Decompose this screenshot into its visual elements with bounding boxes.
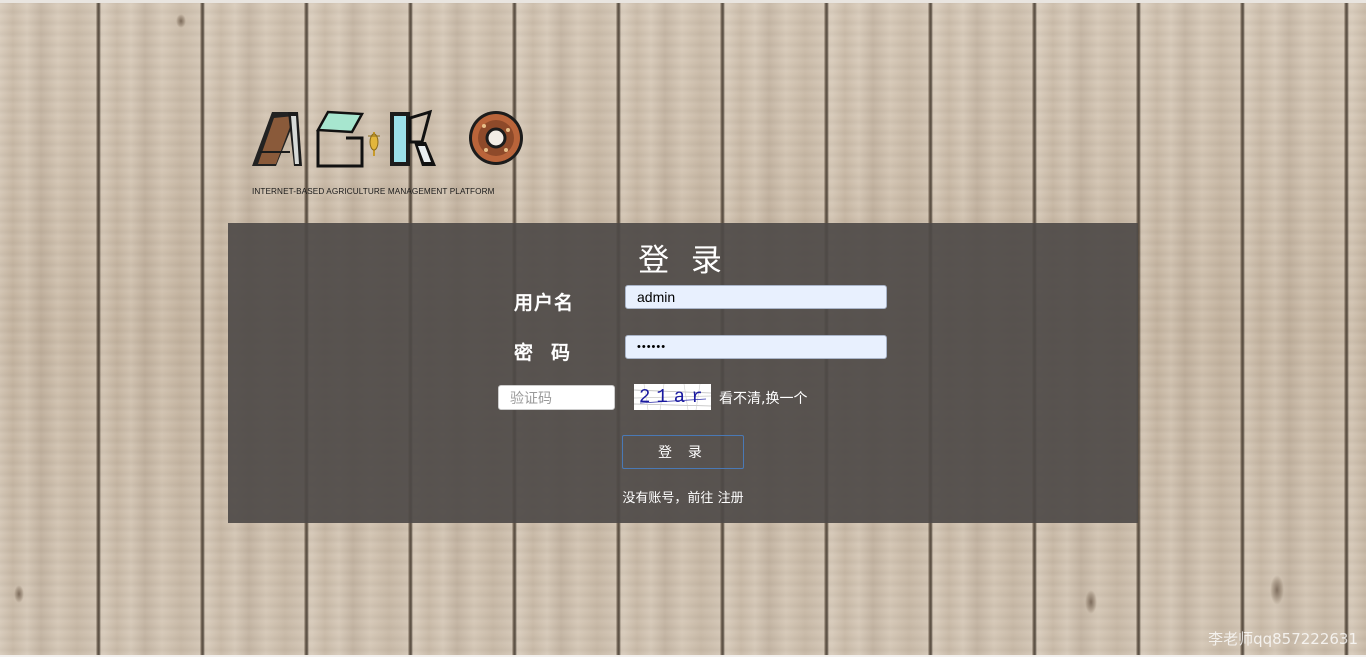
password-label: 密码 bbox=[514, 342, 589, 364]
password-input[interactable] bbox=[625, 335, 887, 359]
wood-knot bbox=[1270, 575, 1284, 605]
username-label: 用户名 bbox=[514, 292, 575, 314]
wood-knot bbox=[14, 585, 24, 603]
login-title: 登 录 bbox=[638, 243, 728, 279]
captcha-image[interactable]: 21ar bbox=[634, 384, 711, 410]
logo-letter-r bbox=[390, 109, 436, 166]
agro-logo: INTERNET-BASED AGRICULTURE MANAGEMENT PL… bbox=[250, 108, 528, 203]
wood-knot bbox=[176, 14, 186, 28]
login-panel: 登 录 用户名 密码 21ar 看不清,换一个 登 录 没有账号，前往 注册 bbox=[228, 223, 1138, 523]
register-link[interactable]: 注册 bbox=[718, 491, 744, 506]
login-page: INTERNET-BASED AGRICULTURE MANAGEMENT PL… bbox=[0, 0, 1366, 657]
top-border bbox=[0, 0, 1366, 3]
register-prompt-text: 没有账号，前往 bbox=[622, 491, 714, 506]
watermark: 李老师qq857222631 bbox=[1208, 630, 1358, 648]
captcha-input[interactable] bbox=[498, 385, 615, 410]
register-prompt: 没有账号，前往 注册 bbox=[228, 487, 1138, 506]
refresh-captcha-link[interactable]: 看不清,换一个 bbox=[719, 388, 807, 408]
logo-letter-g bbox=[315, 110, 380, 168]
logo-letter-o bbox=[469, 111, 523, 165]
login-button[interactable]: 登 录 bbox=[622, 435, 744, 469]
username-input[interactable] bbox=[625, 285, 887, 309]
logo-letter-a bbox=[252, 112, 302, 166]
logo-tagline: INTERNET-BASED AGRICULTURE MANAGEMENT PL… bbox=[252, 187, 495, 196]
captcha-code: 21ar bbox=[639, 386, 709, 408]
wood-knot bbox=[1085, 590, 1097, 614]
agro-logo-graphic bbox=[252, 109, 523, 168]
